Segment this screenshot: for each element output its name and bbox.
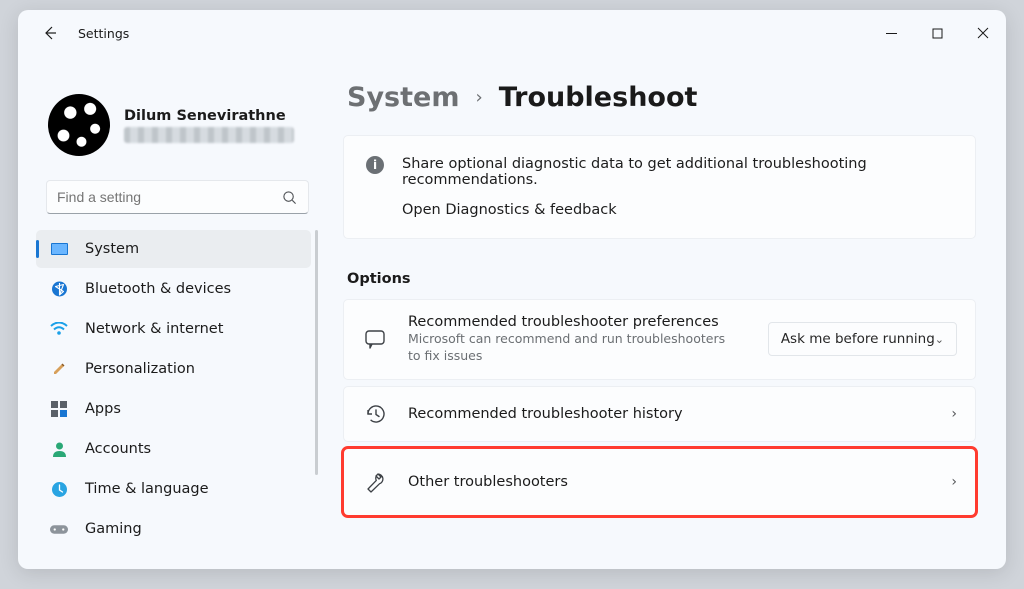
option-recommended-preferences: Recommended troubleshooter preferences M… xyxy=(343,299,976,380)
close-button[interactable] xyxy=(960,13,1006,53)
globe-clock-icon xyxy=(50,480,68,498)
breadcrumb: System › Troubleshoot xyxy=(347,82,976,113)
back-button[interactable] xyxy=(36,19,64,47)
open-diagnostics-link[interactable]: Open Diagnostics & feedback xyxy=(402,202,953,218)
profile-email-redacted xyxy=(124,127,294,143)
sidebar-item-label: Bluetooth & devices xyxy=(85,281,231,297)
sidebar-item-label: Accounts xyxy=(85,441,151,457)
sidebar-item-time-language[interactable]: Time & language xyxy=(36,470,311,508)
main-content: System › Troubleshoot i Share optional d… xyxy=(333,56,1006,569)
sidebar-item-label: Gaming xyxy=(85,521,142,537)
apps-icon xyxy=(50,400,68,418)
option-other-troubleshooters[interactable]: Other troubleshooters › xyxy=(343,448,976,516)
option-title: Recommended troubleshooter preferences xyxy=(408,314,748,330)
notice-text: Share optional diagnostic data to get ad… xyxy=(402,156,953,188)
option-title: Recommended troubleshooter history xyxy=(408,406,931,422)
option-troubleshooter-history[interactable]: Recommended troubleshooter history › xyxy=(343,386,976,442)
sidebar-item-gaming[interactable]: Gaming xyxy=(36,510,311,548)
minimize-button[interactable] xyxy=(868,13,914,53)
sidebar-scrollbar[interactable] xyxy=(315,230,318,475)
paintbrush-icon xyxy=(50,360,68,378)
sidebar: Dilum Senevirathne System xyxy=(18,56,333,569)
wrench-icon xyxy=(362,469,388,495)
arrow-left-icon xyxy=(42,25,58,41)
close-icon xyxy=(977,27,989,39)
search-box[interactable] xyxy=(46,180,309,214)
app-title: Settings xyxy=(78,26,129,41)
diagnostic-notice: i Share optional diagnostic data to get … xyxy=(343,135,976,239)
sidebar-item-system[interactable]: System xyxy=(36,230,311,268)
bluetooth-icon xyxy=(50,280,68,298)
wifi-icon xyxy=(50,320,68,338)
page-title: Troubleshoot xyxy=(499,82,698,113)
display-icon xyxy=(50,240,68,258)
sidebar-item-accounts[interactable]: Accounts xyxy=(36,430,311,468)
history-icon xyxy=(362,401,388,427)
chevron-right-icon: › xyxy=(951,406,957,422)
info-icon: i xyxy=(366,156,384,174)
search-input[interactable] xyxy=(57,189,280,205)
person-icon xyxy=(50,440,68,458)
maximize-icon xyxy=(932,28,943,39)
chevron-down-icon: ⌄ xyxy=(935,333,944,346)
chevron-right-icon: › xyxy=(951,474,957,490)
chevron-right-icon: › xyxy=(475,87,482,108)
sidebar-item-label: Apps xyxy=(85,401,121,417)
breadcrumb-parent[interactable]: System xyxy=(347,82,459,113)
settings-window: Settings Dilum Senevirathne xyxy=(18,10,1006,569)
sidebar-item-personalization[interactable]: Personalization xyxy=(36,350,311,388)
profile-block[interactable]: Dilum Senevirathne xyxy=(48,94,319,156)
chat-bubble-icon xyxy=(362,326,388,352)
section-label: Options xyxy=(347,271,976,287)
minimize-icon xyxy=(886,28,897,39)
avatar xyxy=(48,94,110,156)
gamepad-icon xyxy=(50,520,68,538)
preferences-dropdown[interactable]: Ask me before running ⌄ xyxy=(768,322,957,356)
sidebar-item-label: Network & internet xyxy=(85,321,223,337)
maximize-button[interactable] xyxy=(914,13,960,53)
search-icon xyxy=(280,188,298,206)
option-title: Other troubleshooters xyxy=(408,474,931,490)
sidebar-item-bluetooth[interactable]: Bluetooth & devices xyxy=(36,270,311,308)
titlebar: Settings xyxy=(18,10,1006,56)
nav-list: System Bluetooth & devices Network & int… xyxy=(36,230,319,548)
dropdown-selected: Ask me before running xyxy=(781,331,935,347)
sidebar-item-label: Time & language xyxy=(85,481,209,497)
option-subtitle: Microsoft can recommend and run troubles… xyxy=(408,331,728,365)
profile-name: Dilum Senevirathne xyxy=(124,108,294,124)
sidebar-item-label: System xyxy=(85,241,139,257)
sidebar-item-apps[interactable]: Apps xyxy=(36,390,311,428)
sidebar-item-network[interactable]: Network & internet xyxy=(36,310,311,348)
sidebar-item-label: Personalization xyxy=(85,361,195,377)
